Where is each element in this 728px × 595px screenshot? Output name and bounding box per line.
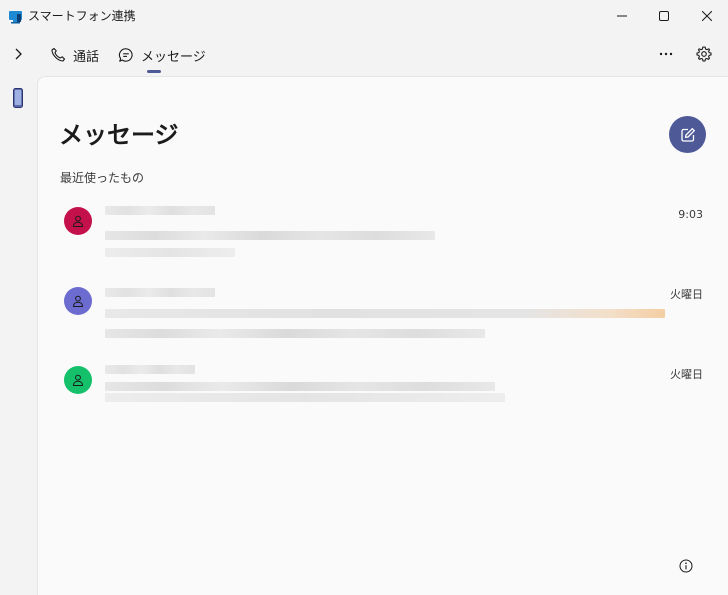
more-icon xyxy=(659,52,673,56)
top-nav: 通話 メッセージ xyxy=(0,32,728,76)
close-icon xyxy=(702,11,712,21)
info-icon xyxy=(679,559,693,573)
person-icon xyxy=(72,295,84,307)
conversation-time: 火曜日 xyxy=(670,288,703,301)
person-icon xyxy=(72,374,84,386)
maximize-icon xyxy=(659,11,669,21)
smartphone-icon xyxy=(13,88,23,108)
minimize-icon xyxy=(617,15,627,17)
maximize-button[interactable] xyxy=(641,0,687,32)
conversation-time: 火曜日 xyxy=(670,368,703,381)
phone-link-app-icon xyxy=(9,9,22,24)
contact-name-redacted xyxy=(105,288,215,297)
phone-call-icon xyxy=(51,47,66,62)
message-preview-redacted xyxy=(105,309,665,318)
device-rail xyxy=(0,76,37,595)
settings-button[interactable] xyxy=(693,44,715,64)
chevron-right-icon xyxy=(15,48,22,60)
gear-icon xyxy=(696,46,712,62)
messages-panel: メッセージ 最近使ったもの 9:03 火曜日 火曜日 xyxy=(37,76,728,595)
conversation-item[interactable]: 火曜日 xyxy=(38,360,728,430)
person-icon xyxy=(72,215,84,227)
message-preview-redacted xyxy=(105,393,505,402)
message-preview-redacted xyxy=(105,382,495,391)
tab-messages[interactable]: メッセージ xyxy=(118,44,206,66)
info-button[interactable] xyxy=(678,558,694,574)
recent-section-label: 最近使ったもの xyxy=(60,171,145,185)
close-button[interactable] xyxy=(684,0,728,32)
avatar xyxy=(64,366,92,394)
tab-calls[interactable]: 通話 xyxy=(50,44,99,66)
more-options-button[interactable] xyxy=(655,44,677,64)
expand-sidebar-button[interactable] xyxy=(8,44,28,64)
page-title: メッセージ xyxy=(59,121,179,149)
message-preview-redacted xyxy=(105,248,235,257)
contact-name-redacted xyxy=(105,365,195,374)
compose-icon xyxy=(680,127,695,142)
minimize-button[interactable] xyxy=(599,0,645,32)
title-bar: スマートフォン連携 xyxy=(0,0,728,32)
window-title: スマートフォン連携 xyxy=(28,9,136,23)
connected-phone-icon[interactable] xyxy=(13,88,23,108)
conversation-item[interactable]: 9:03 xyxy=(38,199,728,269)
active-tab-indicator xyxy=(147,70,161,73)
message-preview-redacted xyxy=(105,329,485,338)
conversation-item[interactable]: 火曜日 xyxy=(38,279,728,349)
contact-name-redacted xyxy=(105,206,215,215)
message-preview-redacted xyxy=(105,231,435,240)
new-message-button[interactable] xyxy=(669,116,706,153)
tab-calls-label: 通話 xyxy=(73,49,100,65)
chat-bubble-icon xyxy=(118,48,133,62)
avatar xyxy=(64,207,92,235)
avatar xyxy=(64,287,92,315)
tab-messages-label: メッセージ xyxy=(141,49,206,65)
conversation-time: 9:03 xyxy=(678,208,703,221)
